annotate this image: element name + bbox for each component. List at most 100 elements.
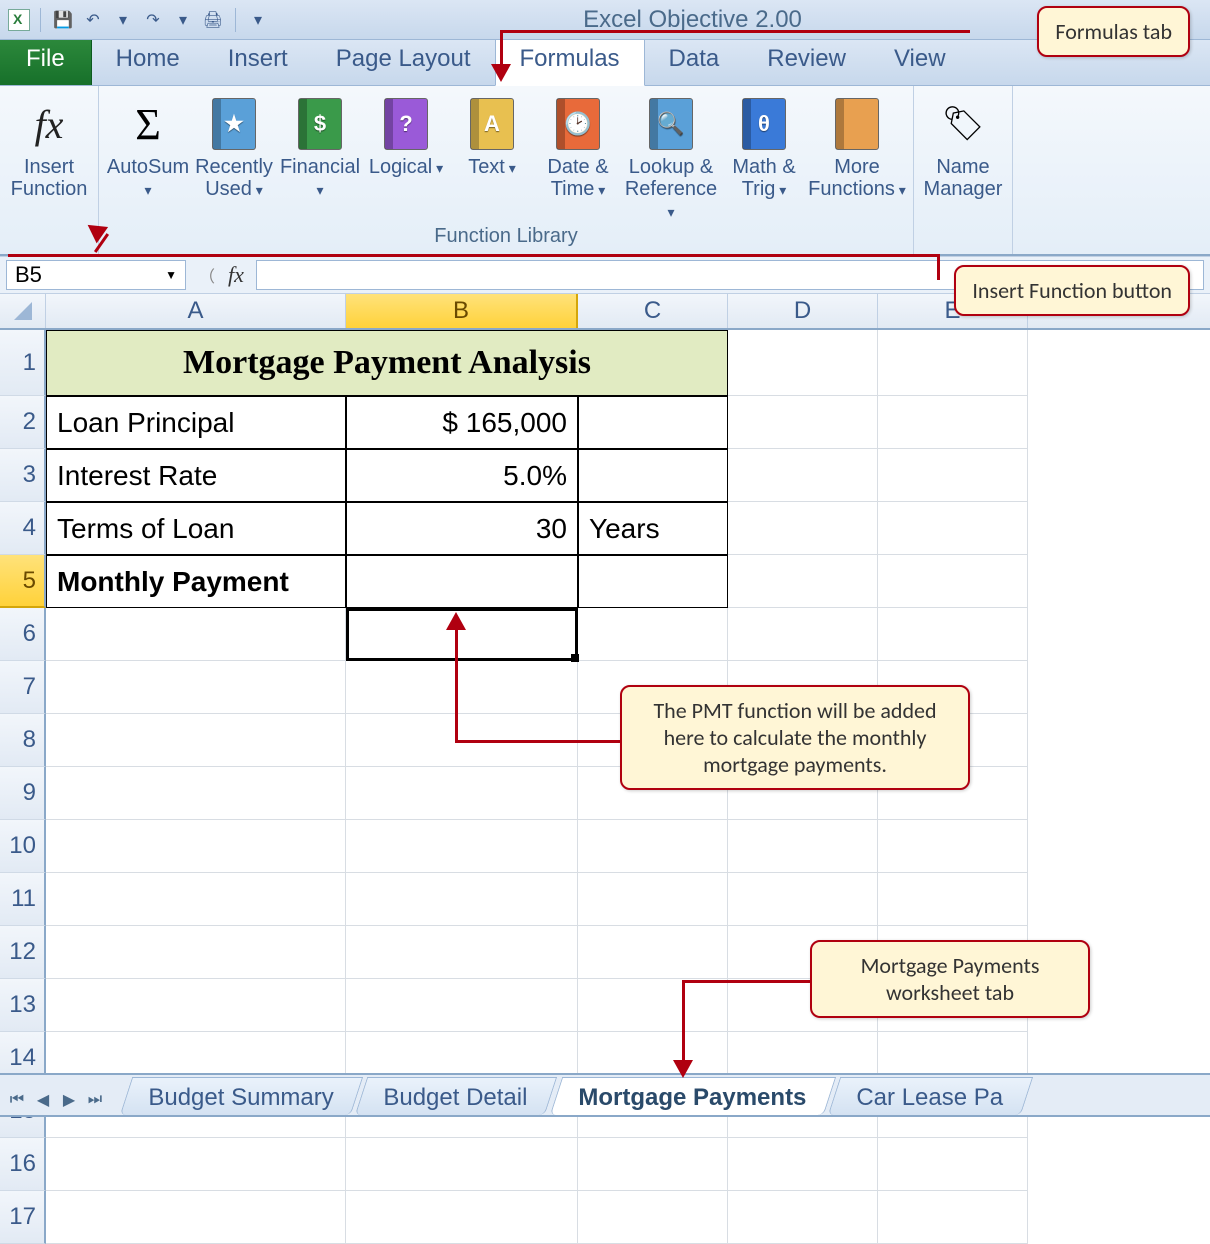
column-header-B[interactable]: B xyxy=(346,294,578,328)
cell-E10[interactable] xyxy=(878,820,1028,873)
sheet-tab-mortgage-payments[interactable]: Mortgage Payments xyxy=(549,1077,835,1115)
select-all-button[interactable] xyxy=(0,294,46,328)
sheet-tab-budget-detail[interactable]: Budget Detail xyxy=(355,1077,557,1115)
tab-review[interactable]: Review xyxy=(743,35,870,85)
autosum-button[interactable]: Σ AutoSum xyxy=(105,90,191,222)
cell-C5[interactable] xyxy=(578,555,728,608)
cell-A2[interactable]: Loan Principal xyxy=(46,396,346,449)
row-header-3[interactable]: 3 xyxy=(0,449,46,502)
cell-D16[interactable] xyxy=(728,1138,878,1191)
cell-C4[interactable]: Years xyxy=(578,502,728,555)
cell-D5[interactable] xyxy=(728,555,878,608)
sheet-nav-last[interactable]: ⏭ xyxy=(82,1085,108,1115)
row-header-6[interactable]: 6 xyxy=(0,608,46,661)
cell-A4[interactable]: Terms of Loan xyxy=(46,502,346,555)
cell-E17[interactable] xyxy=(878,1191,1028,1244)
cell-C12[interactable] xyxy=(578,926,728,979)
cell-B12[interactable] xyxy=(346,926,578,979)
column-header-A[interactable]: A xyxy=(46,294,346,328)
undo-button[interactable]: ↶ xyxy=(81,8,105,32)
tab-home[interactable]: Home xyxy=(92,35,204,85)
row-header-16[interactable]: 16 xyxy=(0,1138,46,1191)
cell-E6[interactable] xyxy=(878,608,1028,661)
cell-A8[interactable] xyxy=(46,714,346,767)
row-header-8[interactable]: 8 xyxy=(0,714,46,767)
insert-function-button[interactable]: fx Insert Function xyxy=(6,90,92,200)
cell-D1[interactable] xyxy=(728,330,878,396)
cell-E1[interactable] xyxy=(878,330,1028,396)
cell-B5[interactable] xyxy=(346,555,578,608)
cell-E5[interactable] xyxy=(878,555,1028,608)
sheet-nav-prev[interactable]: ◀ xyxy=(30,1085,56,1115)
cell-D11[interactable] xyxy=(728,873,878,926)
cell-C13[interactable] xyxy=(578,979,728,1032)
cell-E11[interactable] xyxy=(878,873,1028,926)
cell-B3[interactable]: 5.0% xyxy=(346,449,578,502)
cell-C17[interactable] xyxy=(578,1191,728,1244)
recently-used-button[interactable]: ★ Recently Used xyxy=(191,90,277,222)
cell-C2[interactable] xyxy=(578,396,728,449)
cell-E3[interactable] xyxy=(878,449,1028,502)
cell-C6[interactable] xyxy=(578,608,728,661)
text-button[interactable]: A Text xyxy=(449,90,535,222)
more-functions-button[interactable]: More Functions xyxy=(807,90,907,222)
cell-A9[interactable] xyxy=(46,767,346,820)
cell-D2[interactable] xyxy=(728,396,878,449)
cell-A13[interactable] xyxy=(46,979,346,1032)
cell-C10[interactable] xyxy=(578,820,728,873)
row-header-9[interactable]: 9 xyxy=(0,767,46,820)
cell-D6[interactable] xyxy=(728,608,878,661)
cell-B10[interactable] xyxy=(346,820,578,873)
sheet-nav-first[interactable]: ⏮ xyxy=(4,1085,30,1115)
fx-icon[interactable]: fx xyxy=(222,262,250,288)
undo-dropdown[interactable]: ▾ xyxy=(111,8,135,32)
row-header-7[interactable]: 7 xyxy=(0,661,46,714)
math-trig-button[interactable]: θ Math & Trig xyxy=(721,90,807,222)
row-header-13[interactable]: 13 xyxy=(0,979,46,1032)
cell-E16[interactable] xyxy=(878,1138,1028,1191)
cell-A12[interactable] xyxy=(46,926,346,979)
row-header-2[interactable]: 2 xyxy=(0,396,46,449)
cell-A16[interactable] xyxy=(46,1138,346,1191)
lookup-reference-button[interactable]: 🔍 Lookup & Reference xyxy=(621,90,721,222)
cell-D3[interactable] xyxy=(728,449,878,502)
customize-qat-button[interactable]: ▾ xyxy=(246,8,270,32)
quick-print-button[interactable]: 🖨 xyxy=(201,8,225,32)
redo-button[interactable]: ↷ xyxy=(141,8,165,32)
redo-dropdown[interactable]: ▾ xyxy=(171,8,195,32)
logical-button[interactable]: ? Logical xyxy=(363,90,449,222)
tab-formulas[interactable]: Formulas xyxy=(495,34,645,86)
column-header-D[interactable]: D xyxy=(728,294,878,328)
cell-B13[interactable] xyxy=(346,979,578,1032)
cell-B11[interactable] xyxy=(346,873,578,926)
name-box[interactable]: B5 ▼ xyxy=(6,260,186,290)
cell-A1-merged-title[interactable]: Mortgage Payment Analysis xyxy=(46,330,728,396)
sheet-nav-next[interactable]: ▶ xyxy=(56,1085,82,1115)
cell-C11[interactable] xyxy=(578,873,728,926)
cell-A6[interactable] xyxy=(46,608,346,661)
cell-A10[interactable] xyxy=(46,820,346,873)
row-header-4[interactable]: 4 xyxy=(0,502,46,555)
row-header-11[interactable]: 11 xyxy=(0,873,46,926)
name-box-dropdown-icon[interactable]: ▼ xyxy=(165,268,177,282)
cell-A17[interactable] xyxy=(46,1191,346,1244)
cell-A3[interactable]: Interest Rate xyxy=(46,449,346,502)
cell-D10[interactable] xyxy=(728,820,878,873)
cell-B16[interactable] xyxy=(346,1138,578,1191)
cell-B17[interactable] xyxy=(346,1191,578,1244)
tab-data[interactable]: Data xyxy=(645,35,744,85)
tab-file[interactable]: File xyxy=(0,35,92,85)
tab-insert[interactable]: Insert xyxy=(204,35,312,85)
tab-view[interactable]: View xyxy=(870,35,970,85)
cell-E4[interactable] xyxy=(878,502,1028,555)
date-time-button[interactable]: 🕑 Date & Time xyxy=(535,90,621,222)
cell-B4[interactable]: 30 xyxy=(346,502,578,555)
cell-A7[interactable] xyxy=(46,661,346,714)
name-manager-button[interactable]: 🏷 Name Manager xyxy=(920,90,1006,200)
cell-D17[interactable] xyxy=(728,1191,878,1244)
sheet-tab-car-lease[interactable]: Car Lease Pa xyxy=(827,1077,1032,1115)
cell-A5[interactable]: Monthly Payment xyxy=(46,555,346,608)
row-header-12[interactable]: 12 xyxy=(0,926,46,979)
cell-B2[interactable]: $ 165,000 xyxy=(346,396,578,449)
row-header-17[interactable]: 17 xyxy=(0,1191,46,1244)
